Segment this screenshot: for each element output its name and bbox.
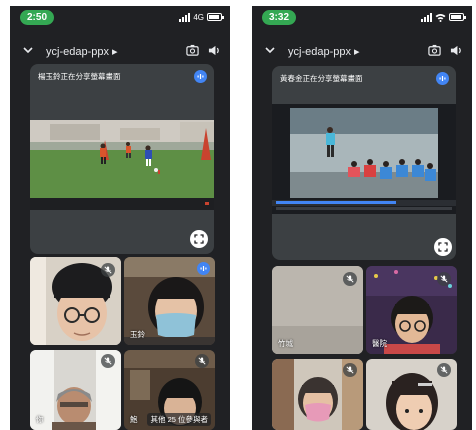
screen-share-tile[interactable]: 黃春金正在分享螢幕畫面 xyxy=(272,66,456,260)
screen-share-tile[interactable]: 楊玉鈴正在分享螢幕畫面 xyxy=(30,64,214,254)
wifi-icon xyxy=(435,13,446,22)
participant-tile[interactable] xyxy=(30,257,121,345)
mic-off-indicator xyxy=(101,263,115,277)
status-icons xyxy=(421,11,466,23)
speaker-icon[interactable] xyxy=(208,44,221,57)
status-time: 2:50 xyxy=(20,10,55,25)
meeting-code[interactable]: ycj-edap-ppx ▸ xyxy=(288,45,360,58)
mic-off-indicator xyxy=(195,354,209,368)
mic-off-indicator xyxy=(343,272,357,286)
participant-tile[interactable]: 玉鈴 xyxy=(124,257,215,345)
status-bar: 2:50 4G xyxy=(10,6,230,28)
chevron-down-icon[interactable] xyxy=(22,44,34,56)
mic-off-indicator xyxy=(101,354,115,368)
mic-off-icon xyxy=(440,275,448,283)
fullscreen-button[interactable] xyxy=(190,230,208,248)
mic-off-icon xyxy=(104,266,112,274)
participant-tile[interactable]: 竹城 xyxy=(272,266,363,354)
presenter-label: 楊玉鈴正在分享螢幕畫面 xyxy=(38,72,121,81)
mic-off-icon xyxy=(440,366,448,374)
participant-tile[interactable]: 鮑 其他 25 位參與者 xyxy=(124,350,215,430)
shared-screen-video xyxy=(272,104,456,214)
presenter-label: 黃春金正在分享螢幕畫面 xyxy=(280,74,363,83)
mic-off-icon xyxy=(346,275,354,283)
status-bar: 3:32 xyxy=(252,6,472,28)
shared-screen-video xyxy=(30,120,214,210)
participant-name: 玉鈴 xyxy=(130,330,145,339)
right-phone-screen: 3:32 ycj-edap-ppx ▸ 黃春金正在分享螢幕畫面 竹城 醫院 xyxy=(252,6,472,430)
self-label: 你 xyxy=(36,415,44,424)
mic-off-indicator xyxy=(343,363,357,377)
mic-off-icon xyxy=(346,366,354,374)
self-view-tile[interactable]: 你 xyxy=(30,350,121,430)
battery-icon xyxy=(449,13,466,21)
left-phone-screen: 2:50 4G ycj-edap-ppx ▸ 楊玉鈴正在分享螢幕畫面 玉鈴 你 … xyxy=(10,6,230,430)
meeting-top-bar: ycj-edap-ppx ▸ xyxy=(252,42,472,62)
participant-tile[interactable] xyxy=(366,359,457,430)
signal-icon xyxy=(421,12,432,22)
meeting-code[interactable]: ycj-edap-ppx ▸ xyxy=(46,45,118,58)
participant-name: 醫院 xyxy=(372,339,387,348)
more-participants-label[interactable]: 其他 25 位參與者 xyxy=(147,413,211,426)
camera-switch-icon[interactable] xyxy=(186,44,199,57)
network-type: 4G xyxy=(193,12,204,22)
fullscreen-icon xyxy=(438,242,448,252)
speaker-icon[interactable] xyxy=(450,44,463,57)
status-icons: 4G xyxy=(179,11,224,23)
audio-level-icon xyxy=(197,262,210,275)
participant-tile[interactable]: 醫院 xyxy=(366,266,457,354)
chevron-down-icon[interactable] xyxy=(264,44,276,56)
audio-level-icon xyxy=(194,70,207,83)
camera-switch-icon[interactable] xyxy=(428,44,441,57)
mic-off-icon xyxy=(104,357,112,365)
participant-name: 鮑 xyxy=(130,415,138,424)
battery-icon xyxy=(207,13,224,21)
fullscreen-icon xyxy=(194,234,204,244)
participant-name: 竹城 xyxy=(278,339,293,348)
meeting-top-bar: ycj-edap-ppx ▸ xyxy=(10,42,230,62)
mic-off-icon xyxy=(198,357,206,365)
participant-tile[interactable] xyxy=(272,359,363,430)
mic-off-indicator xyxy=(437,272,451,286)
audio-level-icon xyxy=(436,72,449,85)
signal-icon xyxy=(179,12,191,22)
fullscreen-button[interactable] xyxy=(434,238,452,256)
mic-off-indicator xyxy=(437,363,451,377)
status-time: 3:32 xyxy=(262,10,297,25)
